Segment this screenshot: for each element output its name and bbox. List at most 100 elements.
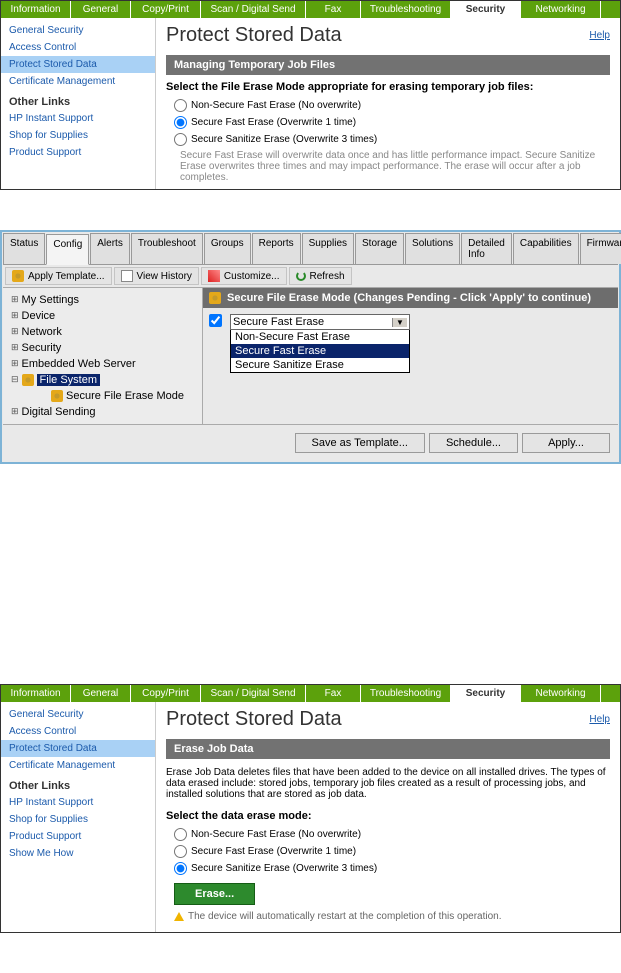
customize-button[interactable]: Customize... xyxy=(201,267,287,285)
radio-non-secure[interactable]: Non-Secure Fast Erase (No overwrite) xyxy=(166,826,610,843)
help-link[interactable]: Help xyxy=(589,714,610,725)
sidebar-item-access-control[interactable]: Access Control xyxy=(1,723,155,740)
page-title: Protect Stored Data xyxy=(166,708,342,731)
sidebar-link-show-me-how[interactable]: Show Me How xyxy=(1,845,155,862)
radio-secure-fast[interactable]: Secure Fast Erase (Overwrite 1 time) xyxy=(166,843,610,860)
panel-wja-config: Status Config Alerts Troubleshoot Groups… xyxy=(0,230,621,464)
tab2-troubleshoot[interactable]: Troubleshoot xyxy=(131,233,203,264)
main-tabs: Information General Copy/Print Scan / Di… xyxy=(1,1,620,18)
tab-scan-digital-send[interactable]: Scan / Digital Send xyxy=(201,685,306,702)
sidebar-link-product-support[interactable]: Product Support xyxy=(1,144,155,161)
schedule-button[interactable]: Schedule... xyxy=(429,433,518,453)
sidebar-link-hp-instant[interactable]: HP Instant Support xyxy=(1,794,155,811)
radio-secure-sanitize[interactable]: Secure Sanitize Erase (Overwrite 3 times… xyxy=(166,860,610,877)
sidebar: General Security Access Control Protect … xyxy=(1,702,156,932)
tab-troubleshooting[interactable]: Troubleshooting xyxy=(361,685,451,702)
apply-button[interactable]: Apply... xyxy=(522,433,610,453)
dd-opt-securefast[interactable]: Secure Fast Erase xyxy=(231,344,409,358)
erase-note: Secure Fast Erase will overwrite data on… xyxy=(166,148,610,183)
restart-warning: The device will automatically restart at… xyxy=(166,905,610,926)
tab-troubleshooting[interactable]: Troubleshooting xyxy=(361,1,451,18)
tab-information[interactable]: Information xyxy=(1,1,71,18)
help-link[interactable]: Help xyxy=(589,30,610,41)
page-title: Protect Stored Data xyxy=(166,24,342,47)
sidebar-item-certificate-management[interactable]: Certificate Management xyxy=(1,757,155,774)
tree-secure-file-erase[interactable]: Secure File Erase Mode xyxy=(7,388,198,404)
tab2-firmware[interactable]: Firmware xyxy=(580,233,621,264)
toolbar: Apply Template... View History Customize… xyxy=(3,265,618,288)
sidebar-item-certificate-management[interactable]: Certificate Management xyxy=(1,73,155,90)
radio-secure-sanitize[interactable]: Secure Sanitize Erase (Overwrite 3 times… xyxy=(166,131,610,148)
tab2-alerts[interactable]: Alerts xyxy=(90,233,130,264)
tab-copy-print[interactable]: Copy/Print xyxy=(131,1,201,18)
sidebar-link-hp-instant[interactable]: HP Instant Support xyxy=(1,110,155,127)
tree-my-settings[interactable]: ⊞My Settings xyxy=(7,292,198,308)
intro-text: Erase Job Data deletes files that have b… xyxy=(166,765,610,806)
sidebar-other-links-header: Other Links xyxy=(1,774,155,794)
sidebar-item-protect-stored-data[interactable]: Protect Stored Data xyxy=(1,740,155,757)
main-content: Protect Stored Data Help Managing Tempor… xyxy=(156,18,620,189)
tab-information[interactable]: Information xyxy=(1,685,71,702)
chevron-down-icon: ▼ xyxy=(392,318,407,327)
tab2-storage[interactable]: Storage xyxy=(355,233,404,264)
tab-networking[interactable]: Networking xyxy=(521,1,601,18)
tab2-capabilities[interactable]: Capabilities xyxy=(513,233,579,264)
wand-icon xyxy=(12,270,24,282)
history-icon xyxy=(121,270,133,282)
dd-opt-sanitize[interactable]: Secure Sanitize Erase xyxy=(231,358,409,372)
config-footer: Save as Template... Schedule... Apply... xyxy=(3,424,618,461)
tab-general[interactable]: General xyxy=(71,685,131,702)
refresh-button[interactable]: Refresh xyxy=(289,267,352,285)
tab2-reports[interactable]: Reports xyxy=(252,233,301,264)
save-template-button[interactable]: Save as Template... xyxy=(295,433,425,453)
tree-device[interactable]: ⊞Device xyxy=(7,308,198,324)
panel-erase-job-data: Information General Copy/Print Scan / Di… xyxy=(0,684,621,933)
tab2-solutions[interactable]: Solutions xyxy=(405,233,460,264)
main-content: Protect Stored Data Help Erase Job Data … xyxy=(156,702,620,932)
tab-fax[interactable]: Fax xyxy=(306,685,361,702)
tab-general[interactable]: General xyxy=(71,1,131,18)
tab2-detailed-info[interactable]: Detailed Info xyxy=(461,233,512,264)
sidebar: General Security Access Control Protect … xyxy=(1,18,156,189)
tab2-config[interactable]: Config xyxy=(46,234,89,265)
tab2-status[interactable]: Status xyxy=(3,233,45,264)
radio-label: Non-Secure Fast Erase (No overwrite) xyxy=(191,100,361,111)
tree-ews[interactable]: ⊞Embedded Web Server xyxy=(7,356,198,372)
erase-mode-dropdown[interactable]: Secure Fast Erase ▼ Non-Secure Fast Erase… xyxy=(230,314,410,373)
instruction-text: Select the data erase mode: xyxy=(166,810,610,822)
view-history-button[interactable]: View History xyxy=(114,267,199,285)
tab2-supplies[interactable]: Supplies xyxy=(302,233,354,264)
sidebar-item-protect-stored-data[interactable]: Protect Stored Data xyxy=(1,56,155,73)
erase-button[interactable]: Erase... xyxy=(174,883,255,905)
main-tabs: Information General Copy/Print Scan / Di… xyxy=(1,685,620,702)
apply-template-button[interactable]: Apply Template... xyxy=(5,267,112,285)
sidebar-link-product-support[interactable]: Product Support xyxy=(1,828,155,845)
sidebar-link-shop-supplies[interactable]: Shop for Supplies xyxy=(1,811,155,828)
instruction-text: Select the File Erase Mode appropriate f… xyxy=(166,81,610,93)
tree-digital-sending[interactable]: ⊞Digital Sending xyxy=(7,404,198,420)
warning-icon xyxy=(174,912,184,921)
sidebar-item-general-security[interactable]: General Security xyxy=(1,706,155,723)
refresh-icon xyxy=(296,271,306,281)
tree-file-system[interactable]: ⊟File System xyxy=(7,372,198,388)
sidebar-item-access-control[interactable]: Access Control xyxy=(1,39,155,56)
tab-security[interactable]: Security xyxy=(451,1,521,18)
tab-security[interactable]: Security xyxy=(451,685,521,702)
dd-opt-nonsecure[interactable]: Non-Secure Fast Erase xyxy=(231,330,409,344)
tab-scan-digital-send[interactable]: Scan / Digital Send xyxy=(201,1,306,18)
radio-label: Secure Fast Erase (Overwrite 1 time) xyxy=(191,846,356,857)
config-pane: Secure File Erase Mode (Changes Pending … xyxy=(203,288,618,424)
radio-label: Secure Sanitize Erase (Overwrite 3 times… xyxy=(191,134,377,145)
sidebar-link-shop-supplies[interactable]: Shop for Supplies xyxy=(1,127,155,144)
tab-copy-print[interactable]: Copy/Print xyxy=(131,685,201,702)
apply-checkbox[interactable] xyxy=(209,314,222,327)
radio-non-secure[interactable]: Non-Secure Fast Erase (No overwrite) xyxy=(166,97,610,114)
radio-label: Secure Fast Erase (Overwrite 1 time) xyxy=(191,117,356,128)
tab-networking[interactable]: Networking xyxy=(521,685,601,702)
tree-network[interactable]: ⊞Network xyxy=(7,324,198,340)
sidebar-item-general-security[interactable]: General Security xyxy=(1,22,155,39)
tree-security[interactable]: ⊞Security xyxy=(7,340,198,356)
tab-fax[interactable]: Fax xyxy=(306,1,361,18)
tab2-groups[interactable]: Groups xyxy=(204,233,251,264)
radio-secure-fast[interactable]: Secure Fast Erase (Overwrite 1 time) xyxy=(166,114,610,131)
